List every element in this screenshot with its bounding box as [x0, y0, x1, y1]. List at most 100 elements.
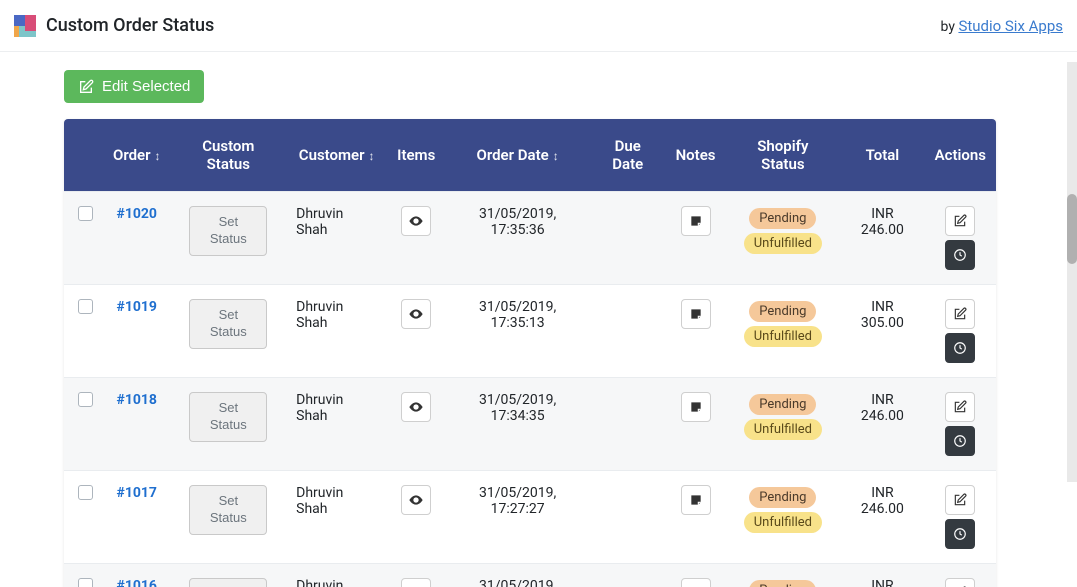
shopify-status-cell: Pending Unfulfilled	[726, 564, 841, 587]
row-checkbox[interactable]	[78, 392, 93, 407]
note-icon	[689, 307, 703, 321]
pencil-icon	[953, 214, 967, 228]
col-notes: Notes	[666, 119, 726, 192]
total-cell: INR 246.00	[840, 378, 924, 471]
order-date-cell: 31/05/2019, 17:35:13	[445, 285, 590, 378]
table-header-row: Order↕ Custom Status Customer↕ Items Ord…	[64, 119, 996, 192]
order-link[interactable]: #1020	[117, 206, 157, 222]
row-checkbox[interactable]	[78, 206, 93, 221]
status-badge-unfulfilled: Unfulfilled	[744, 512, 822, 533]
col-custom-status: Custom Status	[171, 119, 287, 192]
edit-row-button[interactable]	[945, 299, 975, 329]
status-badge-pending: Pending	[749, 580, 816, 587]
set-status-button[interactable]: Set Status	[189, 578, 267, 587]
top-bar: Custom Order Status by Studio Six Apps	[0, 0, 1077, 52]
edit-icon	[78, 79, 94, 95]
order-link[interactable]: #1018	[117, 392, 157, 408]
pencil-icon	[953, 493, 967, 507]
status-badge-pending: Pending	[749, 487, 816, 508]
pencil-icon	[953, 400, 967, 414]
order-date-cell: 31/05/2019, 17:35:36	[445, 192, 590, 285]
col-customer[interactable]: Customer↕	[286, 119, 387, 192]
set-status-button[interactable]: Set Status	[189, 485, 267, 535]
note-icon	[689, 493, 703, 507]
history-row-button[interactable]	[945, 333, 975, 363]
edit-row-button[interactable]	[945, 485, 975, 515]
total-cell: INR 305.00	[840, 564, 924, 587]
table-row: #1016 Set Status Dhruvin Shah 31/05/2019…	[64, 564, 996, 587]
history-row-button[interactable]	[945, 426, 975, 456]
set-status-button[interactable]: Set Status	[189, 206, 267, 256]
shopify-status-cell: Pending Unfulfilled	[726, 378, 841, 471]
total-cell: INR 246.00	[840, 192, 924, 285]
eye-icon	[408, 213, 424, 229]
app-title: Custom Order Status	[46, 15, 214, 36]
edit-selected-button[interactable]: Edit Selected	[64, 70, 204, 103]
edit-row-button[interactable]	[945, 392, 975, 422]
total-cell: INR 305.00	[840, 285, 924, 378]
order-link[interactable]: #1017	[117, 485, 157, 501]
order-date-cell: 31/05/2019, 17:27:00	[445, 564, 590, 587]
status-badge-unfulfilled: Unfulfilled	[744, 233, 822, 254]
col-order[interactable]: Order↕	[103, 119, 171, 192]
col-due-date: Due Date	[590, 119, 666, 192]
col-actions: Actions	[925, 119, 996, 192]
total-cell: INR 246.00	[840, 471, 924, 564]
eye-icon	[408, 492, 424, 508]
view-items-button[interactable]	[401, 485, 431, 515]
table-row: #1017 Set Status Dhruvin Shah 31/05/2019…	[64, 471, 996, 564]
clock-icon	[953, 248, 967, 262]
edit-row-button[interactable]	[945, 206, 975, 236]
notes-button[interactable]	[681, 206, 711, 236]
due-date-cell	[590, 378, 666, 471]
vendor-link[interactable]: by Studio Six Apps	[941, 17, 1063, 35]
history-row-button[interactable]	[945, 240, 975, 270]
sort-icon: ↕	[155, 149, 161, 163]
clock-icon	[953, 527, 967, 541]
eye-icon	[408, 306, 424, 322]
set-status-button[interactable]: Set Status	[189, 299, 267, 349]
col-items: Items	[387, 119, 445, 192]
customer-cell: Dhruvin Shah	[286, 285, 387, 378]
edit-row-button[interactable]	[945, 578, 975, 587]
notes-button[interactable]	[681, 299, 711, 329]
customer-cell: Dhruvin Shah	[286, 471, 387, 564]
clock-icon	[953, 434, 967, 448]
due-date-cell	[590, 471, 666, 564]
row-checkbox[interactable]	[78, 485, 93, 500]
view-items-button[interactable]	[401, 299, 431, 329]
col-select	[64, 119, 103, 192]
vendor-name[interactable]: Studio Six Apps	[958, 17, 1063, 35]
due-date-cell	[590, 192, 666, 285]
due-date-cell	[590, 285, 666, 378]
app-logo-icon	[14, 15, 36, 37]
order-link[interactable]: #1016	[117, 578, 157, 587]
set-status-button[interactable]: Set Status	[189, 392, 267, 442]
order-date-cell: 31/05/2019, 17:27:27	[445, 471, 590, 564]
shopify-status-cell: Pending Unfulfilled	[726, 471, 841, 564]
order-date-cell: 31/05/2019, 17:34:35	[445, 378, 590, 471]
notes-button[interactable]	[681, 485, 711, 515]
vendor-prefix: by	[941, 19, 959, 35]
col-order-date[interactable]: Order Date↕	[445, 119, 590, 192]
content-area: Edit Selected Order↕ Custom Status Custo…	[0, 52, 1077, 587]
order-link[interactable]: #1019	[117, 299, 157, 315]
view-items-button[interactable]	[401, 206, 431, 236]
notes-button[interactable]	[681, 578, 711, 587]
notes-button[interactable]	[681, 392, 711, 422]
note-icon	[689, 400, 703, 414]
sort-icon: ↕	[553, 149, 559, 163]
vertical-scrollbar-thumb[interactable]	[1067, 194, 1077, 264]
eye-icon	[408, 399, 424, 415]
status-badge-pending: Pending	[749, 301, 816, 322]
shopify-status-cell: Pending Unfulfilled	[726, 285, 841, 378]
view-items-button[interactable]	[401, 578, 431, 587]
view-items-button[interactable]	[401, 392, 431, 422]
table-row: #1019 Set Status Dhruvin Shah 31/05/2019…	[64, 285, 996, 378]
row-checkbox[interactable]	[78, 299, 93, 314]
table-row: #1020 Set Status Dhruvin Shah 31/05/2019…	[64, 192, 996, 285]
sort-icon: ↕	[369, 149, 375, 163]
vertical-scrollbar-track[interactable]	[1067, 62, 1077, 482]
history-row-button[interactable]	[945, 519, 975, 549]
row-checkbox[interactable]	[78, 578, 93, 587]
